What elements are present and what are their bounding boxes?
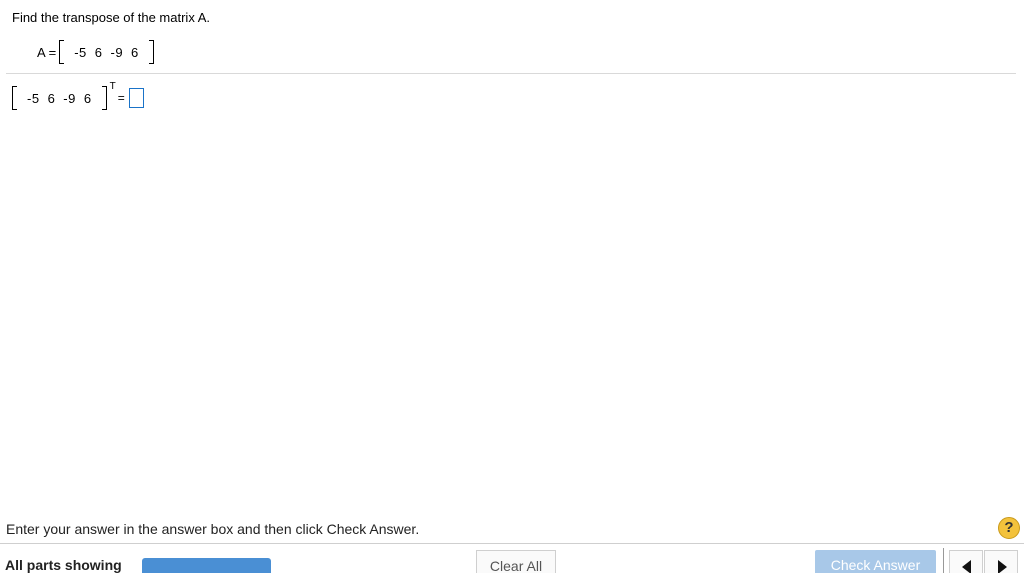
transpose-entry-3: -9 [63,90,76,106]
matrix-a-name: A [37,44,45,60]
transpose-superscript: T [109,80,116,92]
clear-all-button[interactable]: Clear All [476,550,556,573]
transpose-entries: -5 6 -9 6 [17,91,102,106]
matrix-a-entry-1: -5 [74,44,87,60]
instruction-text: Enter your answer in the answer box and … [6,521,420,537]
matrix-a-entry-4: 6 [131,44,139,60]
answer-input-box[interactable] [128,88,144,108]
question-divider [6,73,1016,74]
previous-button[interactable] [949,550,983,573]
transpose-entry-4: 6 [83,90,92,106]
transpose-entry-1: -5 [27,90,40,106]
transpose-expression: -5 6 -9 6 T = [12,81,144,110]
parts-progress-bar [142,558,271,573]
question-text: Find the transpose of the matrix A. [12,10,210,25]
right-bracket [148,40,154,64]
transpose-entry-2: 6 [47,90,56,106]
matrix-a-label: A = [37,45,56,60]
matrix-a-definition: A = -5 6 -9 6 [37,40,154,64]
matrix-a-entry-3: -9 [110,44,124,60]
triangle-left-icon [962,560,971,573]
check-answer-button[interactable]: Check Answer [815,550,936,573]
transpose-equals: = [117,91,125,105]
footer-divider [0,543,1024,544]
right-bracket [101,86,107,110]
matrix-a-equals: = [48,44,57,60]
matrix-a-entry-2: 6 [94,44,103,60]
next-button[interactable] [984,550,1018,573]
parts-status-label: All parts showing [5,557,122,573]
page: Find the transpose of the matrix A. A = … [0,0,1024,573]
matrix-a-entries: -5 6 -9 6 [64,45,149,60]
toolbar-separator [943,548,944,573]
triangle-right-icon [998,560,1007,573]
question-mark-icon[interactable]: ? [998,517,1020,539]
